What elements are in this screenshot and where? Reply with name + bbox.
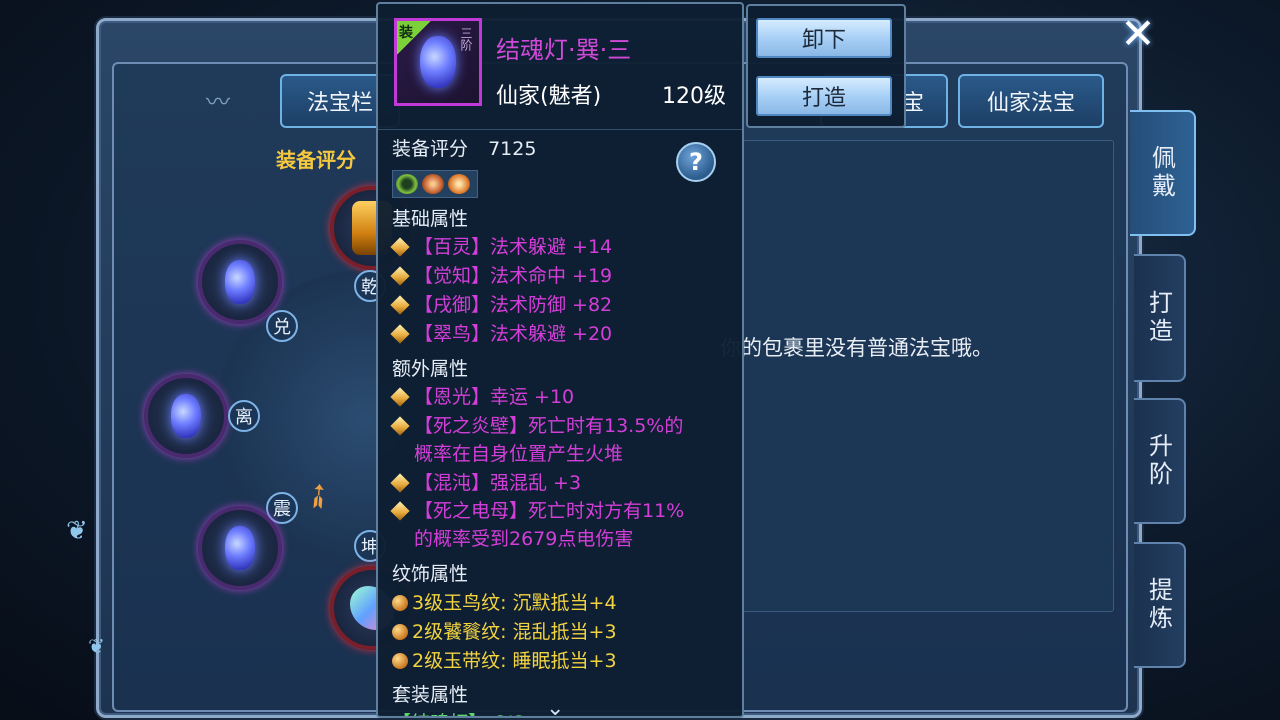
help-icon[interactable]: ? (676, 142, 716, 182)
extra-attr-row: 【死之炎壁】死亡时有13.5%的 (390, 411, 683, 438)
slot-dui[interactable] (198, 240, 282, 324)
jade-ring-gem-icon (396, 174, 418, 194)
tooltip-score-value: 7125 (488, 138, 537, 160)
extra-attr-row-cont: 的概率受到2679点电伤害 (414, 528, 634, 550)
soul-lantern-icon (171, 394, 201, 438)
butterfly-icon: ❦ (66, 516, 88, 546)
diamond-bullet-icon (390, 237, 410, 257)
bag-content-box (742, 140, 1114, 612)
base-attr-title: 基础属性 (392, 208, 469, 230)
diamond-bullet-icon (390, 266, 410, 286)
amber-gem-icon (422, 174, 444, 194)
empty-bag-message: 你的包裹里没有普通法宝哦。 (720, 336, 993, 360)
tooltip-score-row: 装备评分 7125 (392, 134, 536, 161)
diamond-bullet-icon (390, 473, 410, 493)
item-name: 结魂灯·巽·三 (496, 36, 632, 64)
unequip-button[interactable]: 卸下 (756, 18, 892, 58)
decor-attr-title: 纹饰属性 (392, 563, 469, 585)
gold-dot-icon (392, 624, 408, 640)
diamond-bullet-icon (390, 387, 410, 407)
decor-attr-row: 2级玉带纹: 睡眠抵当+3 (392, 646, 617, 673)
slot-zhen[interactable] (198, 506, 282, 590)
side-tab-shengjie[interactable]: 升阶 (1134, 398, 1186, 524)
base-attr-row: 【戌御】法术防御 +82 (390, 290, 612, 317)
forge-button[interactable]: 打造 (756, 76, 892, 116)
tab-xianjia-fabao[interactable]: 仙家法宝 (958, 74, 1104, 128)
side-tab-tilian[interactable]: 提炼 (1134, 542, 1186, 668)
slot-li[interactable] (144, 374, 228, 458)
soul-lantern-icon (225, 526, 255, 570)
set-attr-title: 套装属性 (392, 684, 469, 706)
diamond-bullet-icon (390, 416, 410, 436)
extra-attr-row: 【死之电母】死亡时对方有11% (390, 496, 684, 523)
base-attr-row: 【觉知】法术命中 +19 (390, 261, 612, 288)
item-class: 仙家(魅者) (496, 84, 602, 109)
diamond-bullet-icon (390, 501, 410, 521)
gem-slots (392, 170, 478, 198)
diamond-bullet-icon (390, 324, 410, 344)
decor-attr-row: 2级饕餮纹: 混乱抵当+3 (392, 617, 617, 644)
extra-attr-row-cont: 概率在自身位置产生火堆 (414, 443, 624, 465)
butterfly-icon: ❦ (88, 634, 105, 658)
diamond-bullet-icon (390, 295, 410, 315)
gua-badge-dui: 兑 (266, 310, 298, 342)
item-level: 120级 (662, 84, 726, 109)
gua-badge-li: 离 (228, 400, 260, 432)
close-icon[interactable]: ✕ (1116, 12, 1160, 56)
flame-gem-icon (448, 174, 470, 194)
extra-attr-row: 【混沌】强混乱 +3 (390, 468, 581, 495)
gold-dot-icon (392, 653, 408, 669)
item-icon: 装 三阶 (394, 18, 482, 106)
equipped-tag: 装 (397, 21, 431, 55)
side-tab-peidai[interactable]: 佩戴 (1130, 110, 1196, 236)
decor-attr-row: 3级玉鸟纹: 沉默抵当+4 (392, 588, 617, 615)
tooltip-header: 装 三阶 结魂灯·巽·三 仙家(魅者) 120级 (378, 4, 742, 130)
base-attr-row: 【百灵】法术躲避 +14 (390, 232, 612, 259)
gold-dot-icon (392, 595, 408, 611)
extra-attr-row: 【恩光】幸运 +10 (390, 382, 574, 409)
item-tooltip: 装 三阶 结魂灯·巽·三 仙家(魅者) 120级 装备评分 7125 ? 基础属… (376, 2, 744, 718)
chevron-down-icon[interactable]: ⌄ (546, 696, 564, 716)
tooltip-score-label: 装备评分 (392, 138, 469, 160)
base-attr-row: 【翠鸟】法术躲避 +20 (390, 319, 612, 346)
soul-lantern-icon (225, 260, 255, 304)
set-attr-row: 【结魂灯】 6/6 (392, 708, 524, 716)
cloud-ornament-icon: 〰 (206, 88, 230, 116)
side-tab-dazao[interactable]: 打造 (1134, 254, 1186, 382)
extra-attr-title: 额外属性 (392, 358, 469, 380)
equipment-score-label: 装备评分 (276, 148, 356, 172)
tier-tag: 三阶 (459, 27, 473, 51)
